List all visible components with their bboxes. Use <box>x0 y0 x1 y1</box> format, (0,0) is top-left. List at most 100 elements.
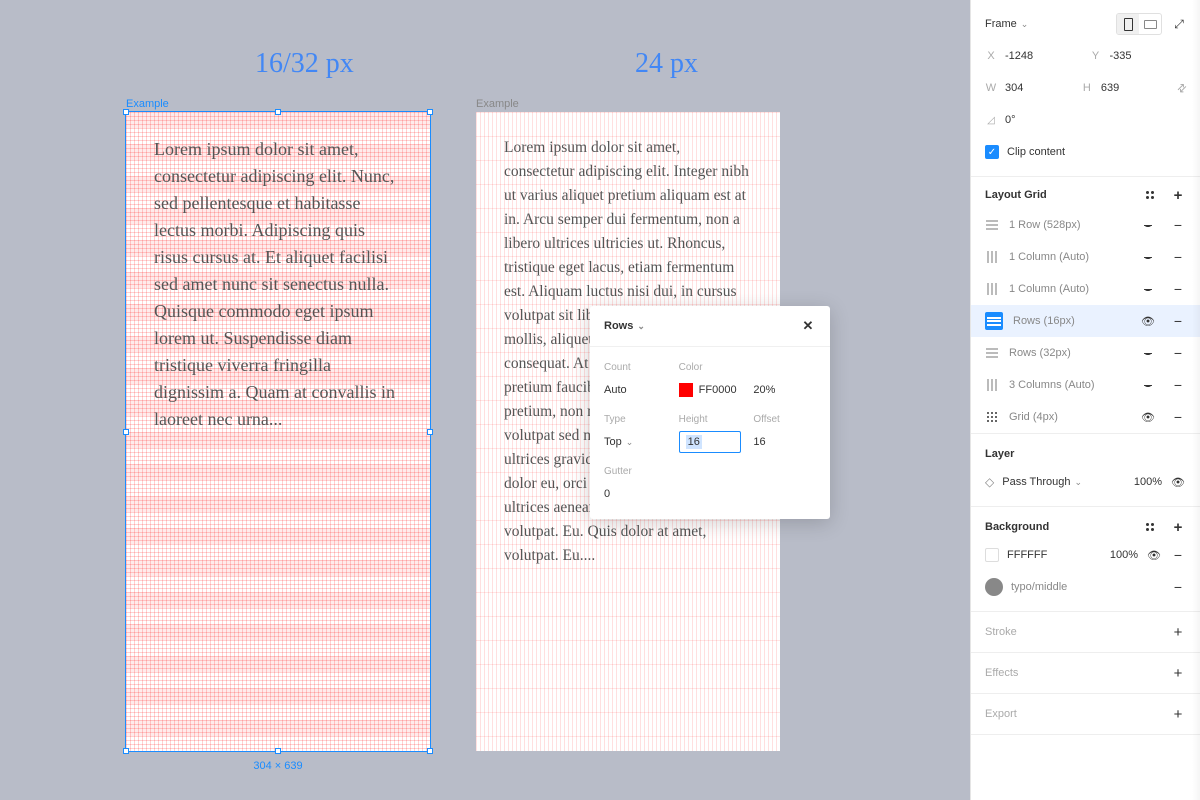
frame-label-1[interactable]: Example <box>126 98 169 110</box>
bg-opacity-input[interactable]: 100% <box>1110 549 1138 561</box>
selection-dimensions: 304 × 639 <box>126 760 430 772</box>
angle-icon <box>985 114 997 126</box>
columns-icon <box>985 250 999 264</box>
grid-height-input[interactable]: 16 <box>679 431 742 453</box>
layout-grid-item[interactable]: Grid (4px) <box>971 401 1200 433</box>
grid-item-label: Rows (32px) <box>1009 347 1130 359</box>
clip-content-label: Clip content <box>1007 146 1065 158</box>
grid-item-label: Rows (16px) <box>1013 315 1130 327</box>
bg-visibility-icon[interactable] <box>1146 547 1162 563</box>
columns-icon <box>985 378 999 392</box>
resize-handle[interactable] <box>275 109 281 115</box>
portrait-button[interactable] <box>1117 14 1139 34</box>
add-stroke-icon[interactable] <box>1170 624 1186 640</box>
layout-grid-item[interactable]: 1 Row (528px) <box>971 209 1200 241</box>
close-icon[interactable] <box>800 318 816 334</box>
visibility-icon[interactable] <box>1140 377 1156 393</box>
effects-title[interactable]: Effects <box>985 667 1018 679</box>
export-title[interactable]: Export <box>985 708 1017 720</box>
remove-grid-icon[interactable] <box>1170 313 1186 329</box>
grid-gutter-input[interactable]: 0 <box>604 483 816 505</box>
grid-item-label: 1 Row (528px) <box>1009 219 1130 231</box>
grid-offset-input[interactable]: 16 <box>753 431 816 453</box>
grid-align-dropdown[interactable]: Top <box>604 431 667 453</box>
frame-label-2[interactable]: Example <box>476 98 519 110</box>
add-effect-icon[interactable] <box>1170 665 1186 681</box>
grid-count-input[interactable]: Auto <box>604 379 667 401</box>
bg-swatch[interactable] <box>985 548 999 562</box>
rows-icon <box>985 218 999 232</box>
remove-bg-icon[interactable] <box>1170 547 1186 563</box>
visibility-icon[interactable] <box>1140 249 1156 265</box>
grid-item-label: 1 Column (Auto) <box>1009 283 1130 295</box>
example-heading-2: 24 px <box>635 48 698 80</box>
grid-type-dropdown[interactable]: Rows <box>604 320 645 332</box>
resize-handle[interactable] <box>427 748 433 754</box>
add-background-icon[interactable] <box>1170 519 1186 535</box>
columns-icon <box>985 282 999 296</box>
stroke-title[interactable]: Stroke <box>985 626 1017 638</box>
layout-grid-title: Layout Grid <box>985 189 1047 201</box>
lorem-text-1: Lorem ipsum dolor sit amet, consectetur … <box>154 136 402 433</box>
layout-grid-item[interactable]: Rows (16px) <box>971 305 1200 337</box>
example-frame-selected[interactable]: Lorem ipsum dolor sit amet, consectetur … <box>126 112 430 751</box>
clip-content-checkbox[interactable] <box>985 145 999 159</box>
layer-opacity-input[interactable]: 100% <box>1134 476 1162 488</box>
remove-grid-icon[interactable] <box>1170 409 1186 425</box>
layer-title: Layer <box>985 448 1014 460</box>
resize-to-fit-icon[interactable]: ⤢ <box>1170 16 1186 32</box>
bg-styles-icon[interactable] <box>1142 519 1158 535</box>
add-grid-icon[interactable] <box>1170 187 1186 203</box>
layout-grid-item[interactable]: Rows (32px) <box>971 337 1200 369</box>
remove-grid-icon[interactable] <box>1170 345 1186 361</box>
resize-handle[interactable] <box>427 429 433 435</box>
visibility-icon[interactable] <box>1140 217 1156 233</box>
rotation-input[interactable]: 0° <box>1005 114 1055 126</box>
fill-style-name[interactable]: typo/middle <box>1011 581 1162 593</box>
blend-mode-dropdown[interactable]: Pass Through <box>1002 476 1126 488</box>
example-heading-1: 16/32 px <box>255 48 354 80</box>
remove-grid-icon[interactable] <box>1170 249 1186 265</box>
resize-handle[interactable] <box>123 748 129 754</box>
rows-icon <box>985 346 999 360</box>
x-input[interactable]: -1248 <box>1005 50 1055 62</box>
remove-grid-icon[interactable] <box>1170 281 1186 297</box>
height-input[interactable]: 639 <box>1101 82 1151 94</box>
y-input[interactable]: -335 <box>1110 50 1160 62</box>
background-title: Background <box>985 521 1049 533</box>
grid-item-label: 3 Columns (Auto) <box>1009 379 1130 391</box>
inspector-panel: Frame ⤢ X-1248 Y-335 W304 H639 0° Clip c… <box>970 0 1200 800</box>
layout-grid-item[interactable]: 1 Column (Auto) <box>971 273 1200 305</box>
landscape-button[interactable] <box>1139 14 1161 34</box>
add-export-icon[interactable] <box>1170 706 1186 722</box>
frame-type-dropdown[interactable]: Frame <box>985 18 1108 30</box>
layout-grid-item[interactable]: 3 Columns (Auto) <box>971 369 1200 401</box>
grid-styles-icon[interactable] <box>1142 187 1158 203</box>
remove-grid-icon[interactable] <box>1170 217 1186 233</box>
fill-style-swatch[interactable] <box>985 578 1003 596</box>
remove-grid-icon[interactable] <box>1170 377 1186 393</box>
resize-handle[interactable] <box>427 109 433 115</box>
visibility-icon[interactable] <box>1140 313 1156 329</box>
layout-grid-item[interactable]: 1 Column (Auto) <box>971 241 1200 273</box>
grid-icon <box>985 410 999 424</box>
visibility-icon[interactable] <box>1140 281 1156 297</box>
orientation-toggle[interactable] <box>1116 13 1162 35</box>
width-input[interactable]: 304 <box>1005 82 1055 94</box>
blend-icon <box>985 475 994 489</box>
grid-item-label: 1 Column (Auto) <box>1009 251 1130 263</box>
grid-opacity-input[interactable]: 20% <box>753 379 816 401</box>
grid-color-input[interactable]: FF0000 <box>679 379 742 401</box>
visibility-icon[interactable] <box>1140 345 1156 361</box>
resize-handle[interactable] <box>123 429 129 435</box>
layer-visibility-icon[interactable] <box>1170 474 1186 490</box>
resize-handle[interactable] <box>275 748 281 754</box>
detach-style-icon[interactable] <box>1170 579 1186 595</box>
visibility-icon[interactable] <box>1140 409 1156 425</box>
grid-settings-popover: Rows Count Color Auto FF0000 20% Type He… <box>590 306 830 519</box>
resize-handle[interactable] <box>123 109 129 115</box>
grid-item-label: Grid (4px) <box>1009 411 1130 423</box>
rows-icon <box>985 312 1003 330</box>
bg-hex-input[interactable]: FFFFFF <box>1007 549 1102 561</box>
constrain-proportions-icon[interactable] <box>1177 82 1186 95</box>
